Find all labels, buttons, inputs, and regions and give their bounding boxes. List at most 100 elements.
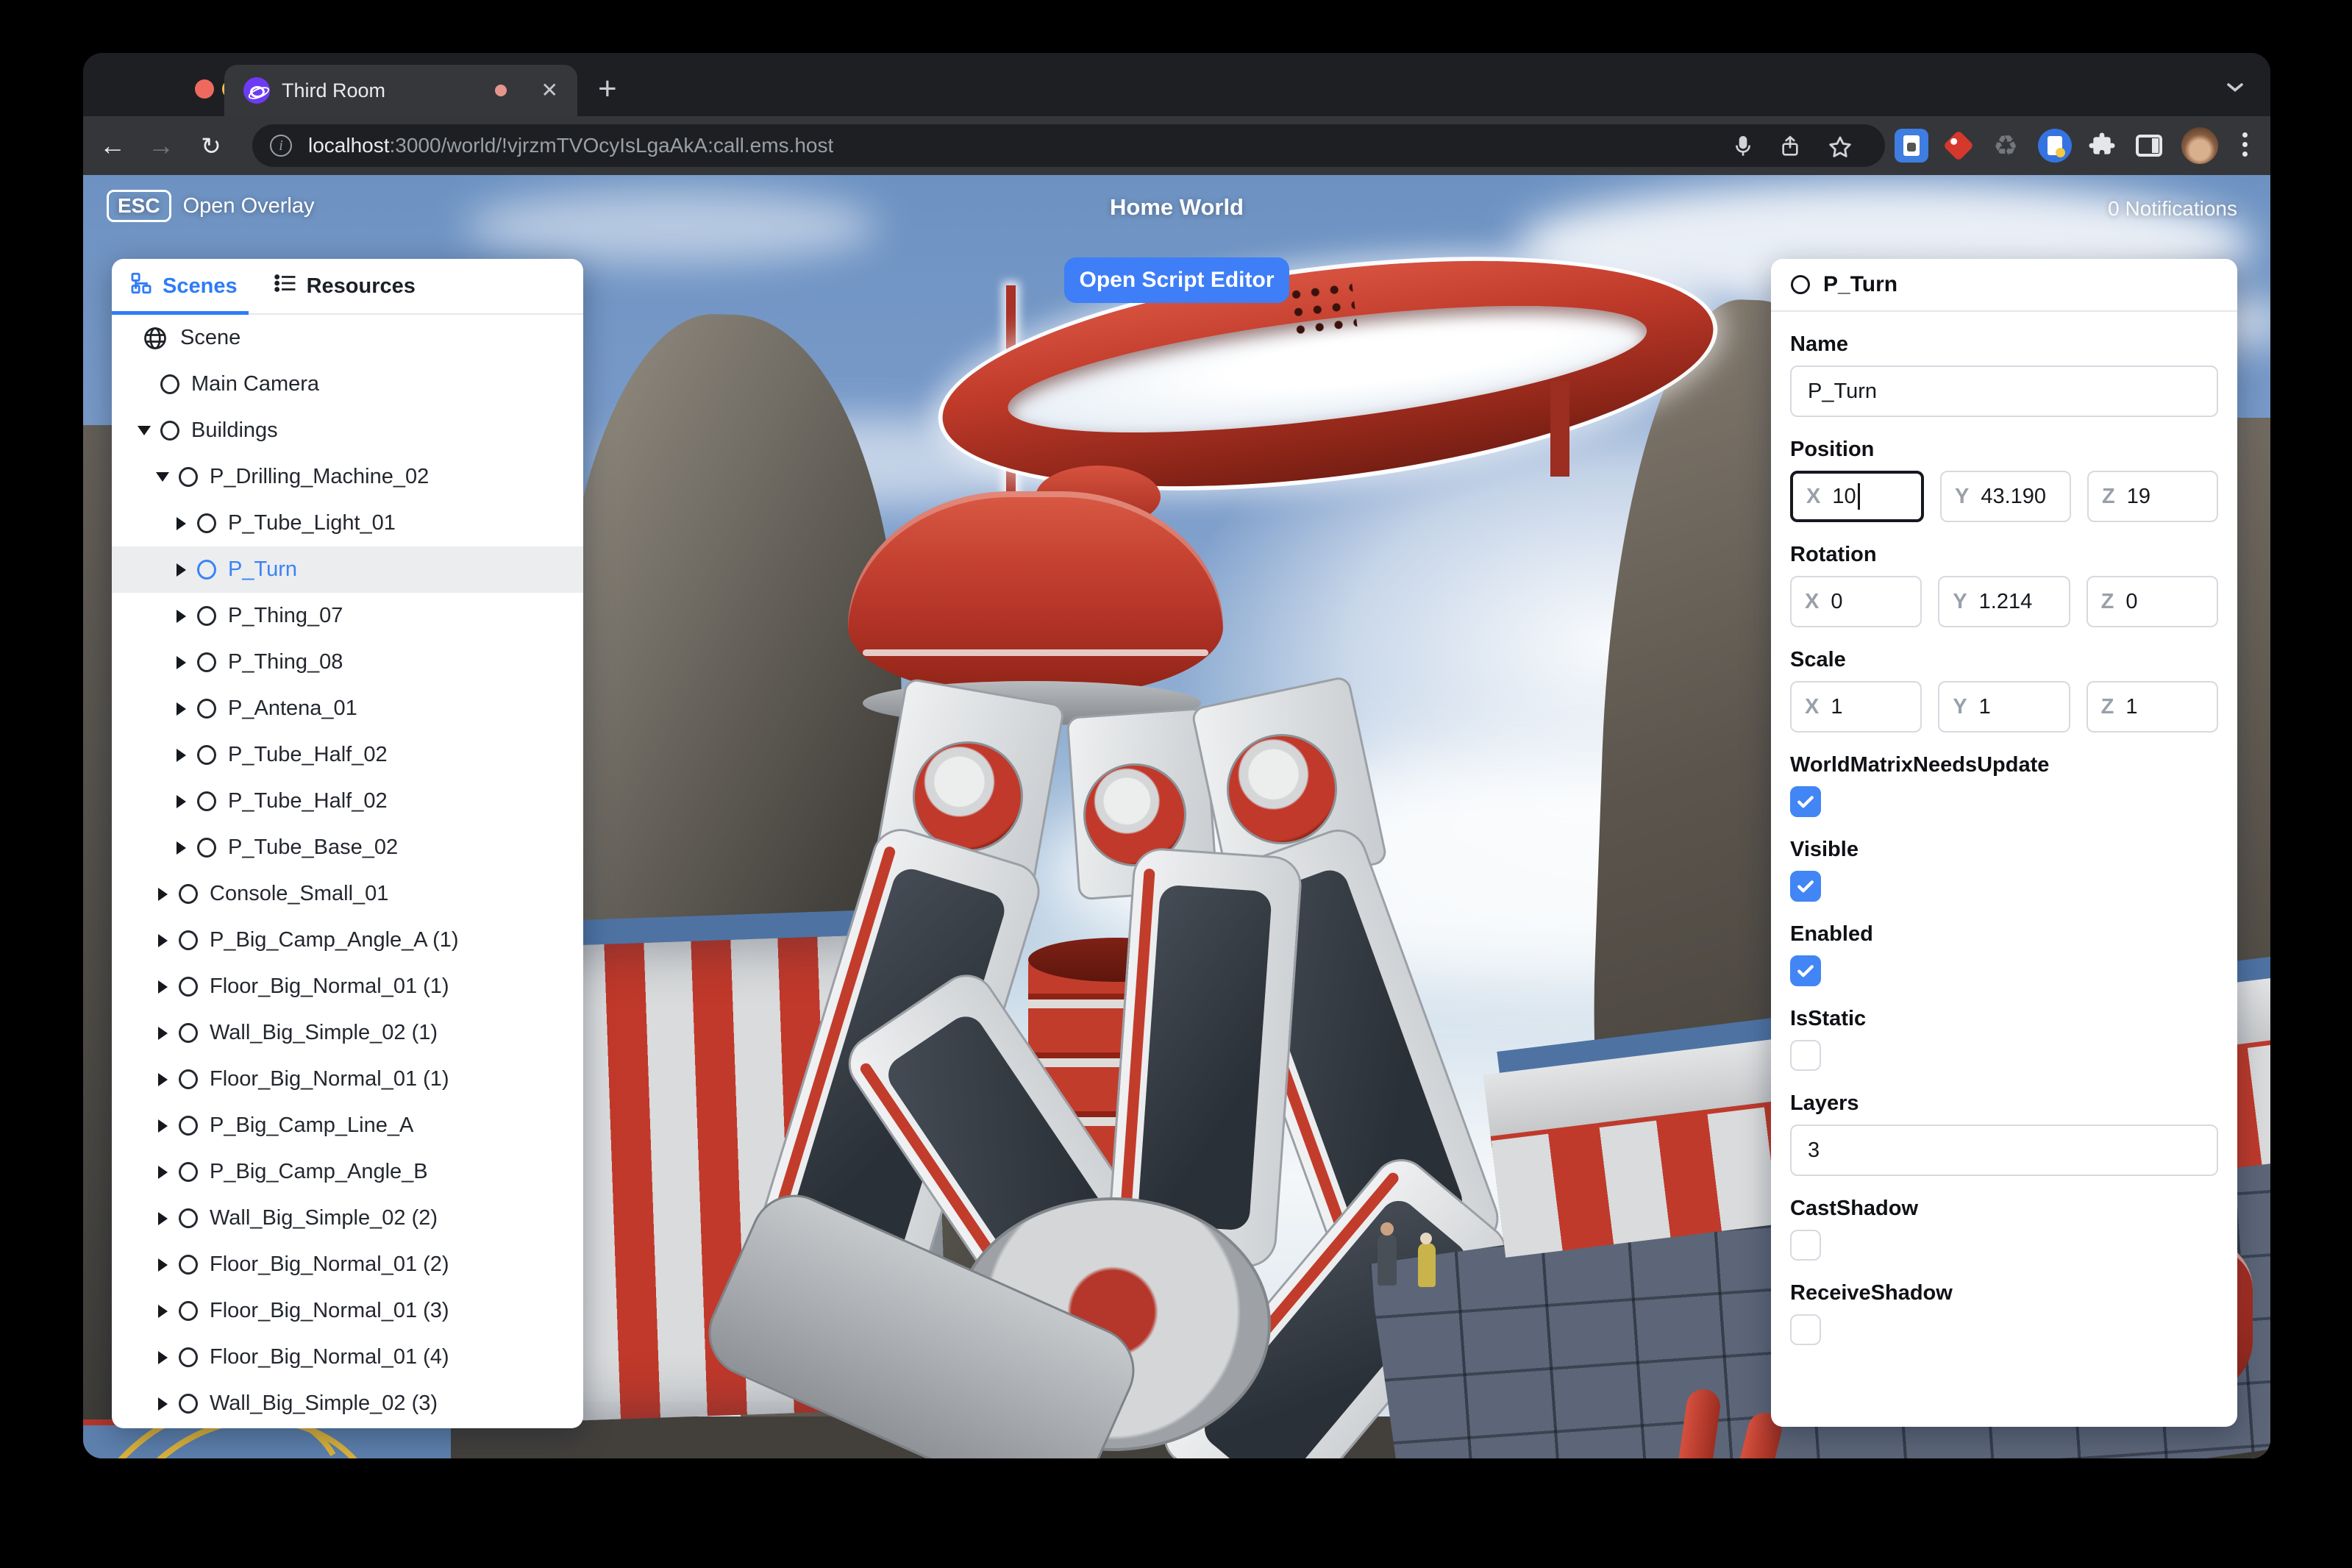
tree-item-floor-big-normal-01-3-[interactable]: Floor_Big_Normal_01 (3) [112, 1288, 583, 1334]
position-x-input[interactable]: X 10 [1790, 471, 1924, 522]
tree-item-wall-big-simple-02-2-[interactable]: Wall_Big_Simple_02 (2) [112, 1195, 583, 1241]
tree-caret-icon[interactable] [171, 748, 191, 762]
back-button[interactable]: ← [89, 116, 136, 175]
recycle-extension-icon[interactable]: ♻ [1989, 129, 2023, 163]
open-script-editor-button[interactable]: Open Script Editor [1064, 257, 1289, 303]
position-z-input[interactable]: Z 19 [2087, 471, 2218, 522]
tree-caret-icon[interactable] [152, 1397, 173, 1411]
tree-item-p-thing-07[interactable]: P_Thing_07 [112, 593, 583, 639]
tree-caret-icon[interactable] [152, 1258, 173, 1272]
worldmatrixneedsupdate-checkbox[interactable] [1790, 786, 1821, 817]
tree-caret-icon[interactable] [171, 794, 191, 808]
macos-close-button[interactable] [195, 79, 214, 99]
tree-item-floor-big-normal-01-1-[interactable]: Floor_Big_Normal_01 (1) [112, 963, 583, 1010]
text-cursor [1857, 483, 1860, 510]
tree-item-scene[interactable]: Scene [112, 315, 583, 361]
tab-search-chevron-icon[interactable] [2222, 74, 2248, 104]
name-input[interactable]: P_Turn [1790, 366, 2218, 417]
tree-caret-icon[interactable] [171, 609, 191, 623]
tree-item-main-camera[interactable]: Main Camera [112, 361, 583, 407]
forward-button[interactable]: → [138, 116, 185, 175]
tree-caret-icon[interactable] [171, 563, 191, 577]
tree-item-p-thing-08[interactable]: P_Thing_08 [112, 639, 583, 685]
tree-caret-icon[interactable] [152, 1211, 173, 1225]
tab-scenes[interactable]: Scenes [129, 271, 238, 302]
rotation-x-input[interactable]: X0 [1790, 576, 1922, 627]
side-panel-icon[interactable] [2132, 129, 2166, 163]
visible-checkbox[interactable] [1790, 871, 1821, 902]
enabled-checkbox[interactable] [1790, 955, 1821, 986]
tree-caret-icon[interactable] [152, 1072, 173, 1086]
node-circle-icon [179, 1116, 198, 1136]
tree-item-floor-big-normal-01-4-[interactable]: Floor_Big_Normal_01 (4) [112, 1334, 583, 1380]
node-circle-icon [197, 838, 216, 858]
tree-item-p-tube-half-02[interactable]: P_Tube_Half_02 [112, 732, 583, 778]
tree-item-p-turn[interactable]: P_Turn [112, 546, 583, 593]
inspector-header-title: P_Turn [1823, 272, 1898, 296]
tree-caret-icon[interactable] [134, 426, 154, 435]
notes-extension-icon[interactable] [2038, 129, 2072, 163]
tree-item-p-antena-01[interactable]: P_Antena_01 [112, 685, 583, 732]
share-icon[interactable] [1778, 135, 1802, 158]
tree-caret-icon[interactable] [152, 1350, 173, 1364]
bookmark-star-icon[interactable] [1828, 135, 1851, 158]
extensions-puzzle-icon[interactable] [2085, 129, 2119, 163]
browser-tab[interactable]: Third Room ✕ [224, 65, 577, 116]
tree-caret-icon[interactable] [152, 472, 173, 482]
new-tab-button[interactable]: + [598, 73, 617, 105]
tree-item-p-big-camp-angle-a-1-[interactable]: P_Big_Camp_Angle_A (1) [112, 917, 583, 963]
tree-item-p-tube-base-02[interactable]: P_Tube_Base_02 [112, 824, 583, 871]
tree-item-buildings[interactable]: Buildings [112, 407, 583, 454]
password-manager-extension-icon[interactable] [1895, 129, 1928, 163]
tab-close-button[interactable]: ✕ [541, 80, 558, 101]
position-y-input[interactable]: Y 43.190 [1940, 471, 2071, 522]
receiveshadow-checkbox[interactable] [1790, 1314, 1821, 1345]
site-info-icon[interactable]: i [270, 135, 292, 157]
tree-item-p-big-camp-line-a[interactable]: P_Big_Camp_Line_A [112, 1102, 583, 1149]
tree-item-wall-big-simple-02-1-[interactable]: Wall_Big_Simple_02 (1) [112, 1010, 583, 1056]
tree-caret-icon[interactable] [171, 702, 191, 716]
scale-x-input[interactable]: X1 [1790, 681, 1922, 733]
tree-caret-icon[interactable] [152, 1304, 173, 1318]
isstatic-checkbox[interactable] [1790, 1040, 1821, 1071]
tree-item-floor-big-normal-01-1-[interactable]: Floor_Big_Normal_01 (1) [112, 1056, 583, 1102]
tree-caret-icon[interactable] [152, 1119, 173, 1133]
tree-item-floor-big-normal-01-2-[interactable]: Floor_Big_Normal_01 (2) [112, 1241, 583, 1288]
visible-label: Visible [1790, 838, 1859, 861]
scale-y-input[interactable]: Y1 [1938, 681, 2070, 733]
rotation-y-input[interactable]: Y 1.214 [1938, 576, 2070, 627]
tab-resources[interactable]: Resources [273, 271, 416, 302]
url-text: localhost:3000/world/!vjrzmTVOcyIsLgaAkA… [308, 134, 834, 157]
layers-input[interactable]: 3 [1790, 1125, 2218, 1176]
scene-hierarchy-panel: Scenes Resources Scene Main Camera Build… [112, 259, 583, 1428]
reload-button[interactable]: ↻ [188, 116, 235, 175]
tab-scenes-label: Scenes [163, 274, 238, 298]
node-circle-icon [179, 884, 198, 904]
layers-label: Layers [1790, 1091, 1859, 1115]
tree-caret-icon[interactable] [171, 516, 191, 530]
browser-menu-icon[interactable] [2242, 132, 2248, 157]
castshadow-checkbox[interactable] [1790, 1230, 1821, 1261]
tree-caret-icon[interactable] [152, 1026, 173, 1040]
tree-caret-icon[interactable] [171, 841, 191, 855]
tree-item-p-tube-light-01[interactable]: P_Tube_Light_01 [112, 500, 583, 546]
tree-item-p-drilling-machine-02[interactable]: P_Drilling_Machine_02 [112, 454, 583, 500]
address-bar[interactable]: i localhost:3000/world/!vjrzmTVOcyIsLgaA… [252, 124, 1885, 167]
red-diamond-extension-icon[interactable] [1942, 129, 1975, 163]
rotation-label: Rotation [1790, 543, 1877, 566]
tree-item-p-tube-half-02[interactable]: P_Tube_Half_02 [112, 778, 583, 824]
profile-avatar[interactable] [2181, 127, 2218, 164]
tree-caret-icon[interactable] [152, 1165, 173, 1179]
tree-item-console-small-01[interactable]: Console_Small_01 [112, 871, 583, 917]
rotation-z-input[interactable]: Z0 [2086, 576, 2218, 627]
microphone-icon[interactable] [1731, 135, 1755, 158]
tree-item-wall-big-simple-02-3-[interactable]: Wall_Big_Simple_02 (3) [112, 1380, 583, 1427]
scale-z-input[interactable]: Z1 [2086, 681, 2218, 733]
tree-item-p-big-camp-angle-b[interactable]: P_Big_Camp_Angle_B [112, 1149, 583, 1195]
tree-caret-icon[interactable] [152, 887, 173, 901]
tree-caret-icon[interactable] [152, 980, 173, 994]
tree-caret-icon[interactable] [152, 933, 173, 947]
node-circle-icon [160, 374, 179, 394]
tree-caret-icon[interactable] [171, 655, 191, 669]
node-circle-icon [197, 560, 216, 580]
